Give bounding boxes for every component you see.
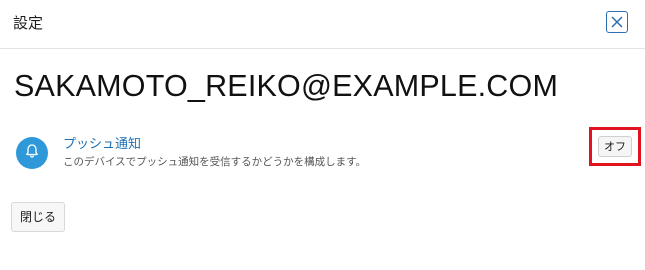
notification-icon-badge xyxy=(16,137,48,169)
close-icon xyxy=(611,16,623,28)
settings-dialog: 設定 SAKAMOTO_REIKO@EXAMPLE.COM プッシュ通知 このデ… xyxy=(0,0,645,270)
account-email: SAKAMOTO_REIKO@EXAMPLE.COM xyxy=(14,69,559,103)
push-notification-title: プッシュ通知 xyxy=(63,137,142,152)
bell-icon xyxy=(24,143,40,163)
push-notification-description: このデバイスでプッシュ通知を受信するかどうかを構成します。 xyxy=(63,156,367,168)
close-button[interactable] xyxy=(606,11,628,33)
dialog-title: 設定 xyxy=(13,14,44,32)
close-dialog-button[interactable]: 閉じる xyxy=(11,202,65,232)
dialog-header: 設定 xyxy=(0,0,645,49)
push-notification-toggle[interactable]: オフ xyxy=(598,136,632,157)
